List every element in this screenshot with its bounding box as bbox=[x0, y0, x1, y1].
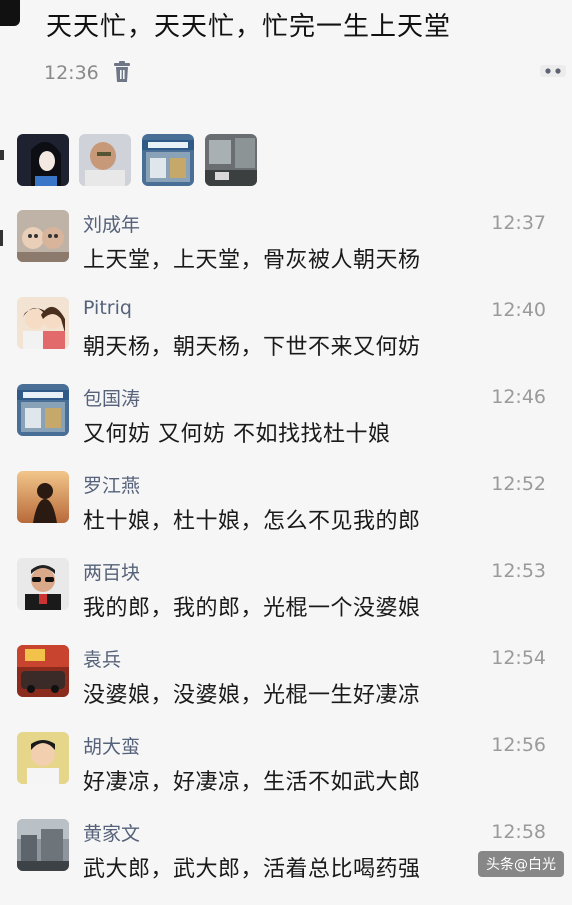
comment-time: 12:58 bbox=[491, 821, 546, 843]
avatar-street-icon bbox=[17, 819, 69, 871]
comment-text: 好凄凉，好凄凉，生活不如武大郎 bbox=[83, 770, 421, 795]
comment-time: 12:52 bbox=[491, 473, 546, 495]
commenter-name[interactable]: 罗江燕 bbox=[83, 471, 140, 498]
comment-text: 没婆娘，没婆娘，光棍一生好凄凉 bbox=[83, 683, 421, 708]
avatar-building-icon bbox=[142, 134, 194, 186]
comment-text: 上天堂，上天堂，骨灰被人朝天杨 bbox=[83, 248, 421, 273]
comment-text: 又何妨 又何妨 不如找找杜十娘 bbox=[83, 422, 391, 447]
comment-time: 12:56 bbox=[491, 734, 546, 756]
avatar-cartoon-icon bbox=[17, 210, 69, 262]
moments-post: 天天忙，天天忙，忙完一生上天堂 12:36 bbox=[0, 0, 572, 126]
poster-avatar[interactable] bbox=[0, 0, 20, 26]
comment-item[interactable]: 包国涛 12:46 又何妨 又何妨 不如找找杜十娘 bbox=[0, 384, 572, 470]
comment-text: 我的郎，我的郎，光棍一个没婆娘 bbox=[83, 596, 421, 621]
likes-row bbox=[0, 128, 572, 194]
commenter-name[interactable]: 袁兵 bbox=[83, 645, 121, 672]
avatar-car-icon bbox=[17, 645, 69, 697]
commenter-avatar[interactable] bbox=[17, 819, 69, 871]
comment-item[interactable]: 刘成年 12:37 上天堂，上天堂，骨灰被人朝天杨 bbox=[0, 210, 572, 296]
avatar-couple-icon bbox=[17, 297, 69, 349]
comment-time: 12:40 bbox=[491, 299, 546, 321]
commenter-name[interactable]: 包国涛 bbox=[83, 384, 140, 411]
avatar-room-icon bbox=[205, 134, 257, 186]
avatar-sunset-icon bbox=[17, 471, 69, 523]
avatar-boy-icon bbox=[17, 732, 69, 784]
comment-text: 朝天杨，朝天杨，下世不来又何妨 bbox=[83, 335, 421, 360]
like-avatar[interactable] bbox=[205, 134, 257, 186]
avatar-girl-icon bbox=[17, 134, 69, 186]
post-text: 天天忙，天天忙，忙完一生上天堂 bbox=[46, 12, 452, 42]
comment-item[interactable]: 袁兵 12:54 没婆娘，没婆娘，光棍一生好凄凉 bbox=[0, 645, 572, 731]
commenter-name[interactable]: 刘成年 bbox=[83, 210, 140, 237]
comment-time: 12:54 bbox=[491, 647, 546, 669]
more-dots-icon[interactable] bbox=[540, 65, 566, 77]
comment-text: 杜十娘，杜十娘，怎么不见我的郎 bbox=[83, 509, 421, 534]
avatar-sunglasses-icon bbox=[17, 558, 69, 610]
commenter-avatar[interactable] bbox=[17, 645, 69, 697]
like-avatar[interactable] bbox=[142, 134, 194, 186]
commenter-avatar[interactable] bbox=[17, 297, 69, 349]
comment-item[interactable]: 胡大蛮 12:56 好凄凉，好凄凉，生活不如武大郎 bbox=[0, 732, 572, 818]
comment-time: 12:53 bbox=[491, 560, 546, 582]
commenter-avatar[interactable] bbox=[17, 558, 69, 610]
commenter-avatar[interactable] bbox=[17, 471, 69, 523]
commenter-avatar[interactable] bbox=[17, 732, 69, 784]
commenter-avatar[interactable] bbox=[17, 384, 69, 436]
avatar-man-icon bbox=[79, 134, 131, 186]
commenter-name[interactable]: Pitriq bbox=[83, 297, 132, 319]
comment-text: 武大郎，武大郎，活着总比喝药强 bbox=[83, 857, 421, 882]
comment-time: 12:46 bbox=[491, 386, 546, 408]
commenter-name[interactable]: 黄家文 bbox=[83, 819, 140, 846]
comment-item[interactable]: 罗江燕 12:52 杜十娘，杜十娘，怎么不见我的郎 bbox=[0, 471, 572, 557]
comment-item[interactable]: Pitriq 12:40 朝天杨，朝天杨，下世不来又何妨 bbox=[0, 297, 572, 383]
commenter-name[interactable]: 胡大蛮 bbox=[83, 732, 140, 759]
commenter-avatar[interactable] bbox=[17, 210, 69, 262]
comment-time: 12:37 bbox=[491, 212, 546, 234]
post-time: 12:36 bbox=[44, 62, 99, 84]
comment-item[interactable]: 两百块 12:53 我的郎，我的郎，光棍一个没婆娘 bbox=[0, 558, 572, 644]
like-avatar[interactable] bbox=[17, 134, 69, 186]
avatar-building-icon bbox=[17, 384, 69, 436]
watermark-label: 头条@白光 bbox=[478, 851, 564, 877]
trash-icon[interactable] bbox=[113, 61, 131, 83]
like-avatar[interactable] bbox=[79, 134, 131, 186]
commenter-name[interactable]: 两百块 bbox=[83, 558, 140, 585]
